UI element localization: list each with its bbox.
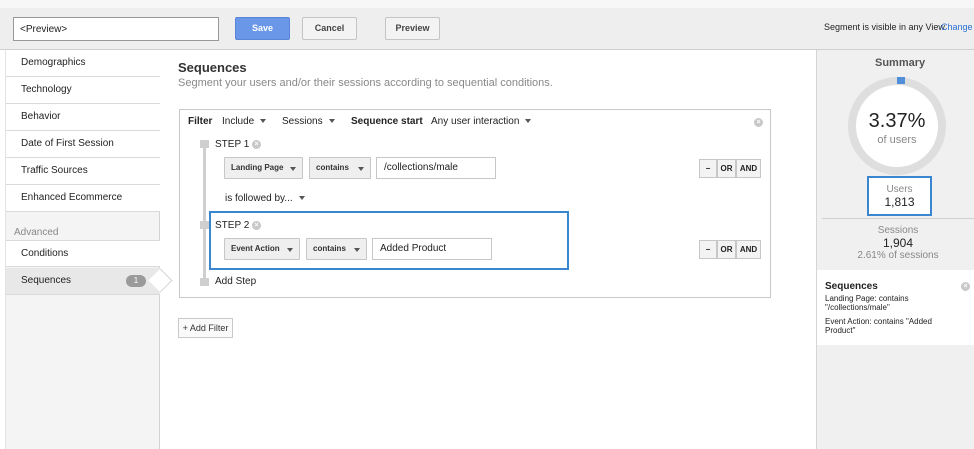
sequences-summary: Sequences × Landing Page: contains "/col… bbox=[817, 270, 974, 345]
dropdown-caret-icon bbox=[358, 167, 364, 171]
step-marker-icon bbox=[200, 278, 209, 286]
sidebar-item-label: Behavior bbox=[21, 111, 61, 122]
scope-value: Sessions bbox=[282, 116, 323, 127]
sidebar-item-label: Sequences bbox=[21, 275, 72, 286]
sidebar-item-label: Technology bbox=[21, 84, 72, 95]
scope-dropdown[interactable]: Sessions bbox=[282, 116, 335, 127]
followed-by-dropdown[interactable]: is followed by... bbox=[225, 193, 305, 204]
add-step-link[interactable]: Add Step bbox=[215, 276, 256, 287]
step-1-label: STEP 1 bbox=[215, 139, 250, 150]
sidebar-item-sequences[interactable]: Sequences 1 bbox=[6, 268, 173, 295]
dimension-value: Landing Page bbox=[231, 163, 284, 172]
visibility-text: Segment is visible in any View bbox=[824, 22, 945, 32]
remove-filter-icon[interactable]: × bbox=[754, 118, 763, 127]
step-marker-icon bbox=[200, 221, 209, 229]
users-value: 1,813 bbox=[884, 195, 915, 209]
page-title: Sequences bbox=[178, 60, 247, 75]
page-subtitle: Segment your users and/or their sessions… bbox=[178, 77, 553, 89]
summary-title: Summary bbox=[875, 57, 926, 69]
sidebar-item-label: Date of First Session bbox=[21, 138, 114, 149]
sequence-start-value: Any user interaction bbox=[431, 116, 520, 127]
sidebar-item-label: Conditions bbox=[21, 248, 69, 259]
sidebar: Demographics Technology Behavior Date of… bbox=[5, 50, 173, 449]
dropdown-caret-icon bbox=[290, 167, 296, 171]
save-button[interactable]: Save bbox=[235, 17, 290, 40]
dropdown-caret-icon bbox=[260, 119, 267, 124]
step-marker-icon bbox=[200, 140, 209, 148]
sidebar-item-demographics[interactable]: Demographics bbox=[6, 50, 160, 77]
sidebar-item-label: Enhanced Ecommerce bbox=[21, 192, 123, 203]
sequences-summary-title: Sequences bbox=[825, 281, 878, 292]
step-2-operator-dropdown[interactable]: contains bbox=[306, 238, 367, 260]
or-button[interactable]: OR bbox=[717, 159, 736, 178]
sessions-value: 1,904 bbox=[882, 236, 914, 250]
step-timeline bbox=[203, 142, 206, 282]
sequence-start-label: Sequence start bbox=[351, 116, 423, 127]
divider bbox=[822, 218, 974, 219]
include-value: Include bbox=[222, 116, 255, 127]
include-dropdown[interactable]: Include bbox=[222, 116, 267, 127]
step-1-value-input[interactable]: /collections/male bbox=[376, 157, 496, 179]
sequence-start-dropdown[interactable]: Any user interaction bbox=[431, 116, 532, 127]
add-filter-button[interactable]: + Add Filter bbox=[178, 318, 233, 338]
remove-step-1-icon[interactable]: × bbox=[252, 140, 261, 149]
dropdown-caret-icon bbox=[287, 248, 293, 252]
sidebar-item-label: Traffic Sources bbox=[21, 165, 88, 176]
change-link[interactable]: Change bbox=[941, 22, 973, 32]
or-button[interactable]: OR bbox=[717, 240, 736, 259]
and-button[interactable]: AND bbox=[736, 159, 761, 178]
summary-of-users: of users bbox=[877, 134, 917, 146]
operator-value: contains bbox=[313, 244, 346, 253]
dropdown-caret-icon bbox=[298, 196, 305, 201]
cancel-button[interactable]: Cancel bbox=[302, 17, 357, 40]
step-1-operator-dropdown[interactable]: contains bbox=[309, 157, 371, 179]
sequence-summary-line-1: Landing Page: contains "/collections/mal… bbox=[825, 294, 909, 312]
sessions-percent: 2.61% of sessions bbox=[857, 250, 939, 261]
filter-label: Filter bbox=[188, 116, 213, 127]
sidebar-item-label: Demographics bbox=[21, 57, 86, 68]
sidebar-item-traffic-sources[interactable]: Traffic Sources bbox=[6, 158, 160, 185]
remove-step-2-icon[interactable]: × bbox=[252, 221, 261, 230]
sessions-stat: Sessions 1,904 2.61% of sessions bbox=[822, 225, 974, 261]
step-2-label: STEP 2 bbox=[215, 220, 250, 231]
sidebar-item-enhanced-ecommerce[interactable]: Enhanced Ecommerce bbox=[6, 185, 160, 212]
donut-fill bbox=[897, 77, 905, 84]
sidebar-item-behavior[interactable]: Behavior bbox=[6, 104, 160, 131]
followed-by-value: is followed by... bbox=[225, 193, 293, 204]
dropdown-caret-icon bbox=[354, 248, 360, 252]
advanced-heading: Advanced bbox=[14, 227, 59, 238]
and-button[interactable]: AND bbox=[736, 240, 761, 259]
sidebar-item-date-of-first-session[interactable]: Date of First Session bbox=[6, 131, 160, 158]
remove-sequences-icon[interactable]: × bbox=[961, 282, 970, 291]
preview-button[interactable]: Preview bbox=[385, 17, 440, 40]
remove-condition-button[interactable]: − bbox=[699, 159, 717, 178]
operator-value: contains bbox=[316, 163, 349, 172]
sessions-label: Sessions bbox=[877, 225, 919, 236]
sequence-summary-line-2: Event Action: contains "Added Product" bbox=[825, 317, 932, 335]
remove-condition-button[interactable]: − bbox=[699, 240, 717, 259]
sidebar-item-technology[interactable]: Technology bbox=[6, 77, 160, 104]
step-2-value-input[interactable]: Added Product bbox=[372, 238, 492, 260]
summary-percent: 3.37% bbox=[868, 110, 926, 132]
step-1-dimension-dropdown[interactable]: Landing Page bbox=[224, 157, 303, 179]
count-badge: 1 bbox=[126, 275, 146, 287]
step-2-dimension-dropdown[interactable]: Event Action bbox=[224, 238, 300, 260]
users-label: Users bbox=[886, 184, 913, 195]
sidebar-arrow-icon bbox=[148, 268, 173, 293]
dropdown-caret-icon bbox=[328, 119, 335, 124]
segment-name-input[interactable] bbox=[13, 17, 219, 41]
users-stat: Users 1,813 bbox=[867, 176, 932, 216]
dimension-value: Event Action bbox=[231, 244, 280, 253]
sidebar-item-conditions[interactable]: Conditions bbox=[6, 240, 160, 267]
dropdown-caret-icon bbox=[525, 119, 532, 124]
